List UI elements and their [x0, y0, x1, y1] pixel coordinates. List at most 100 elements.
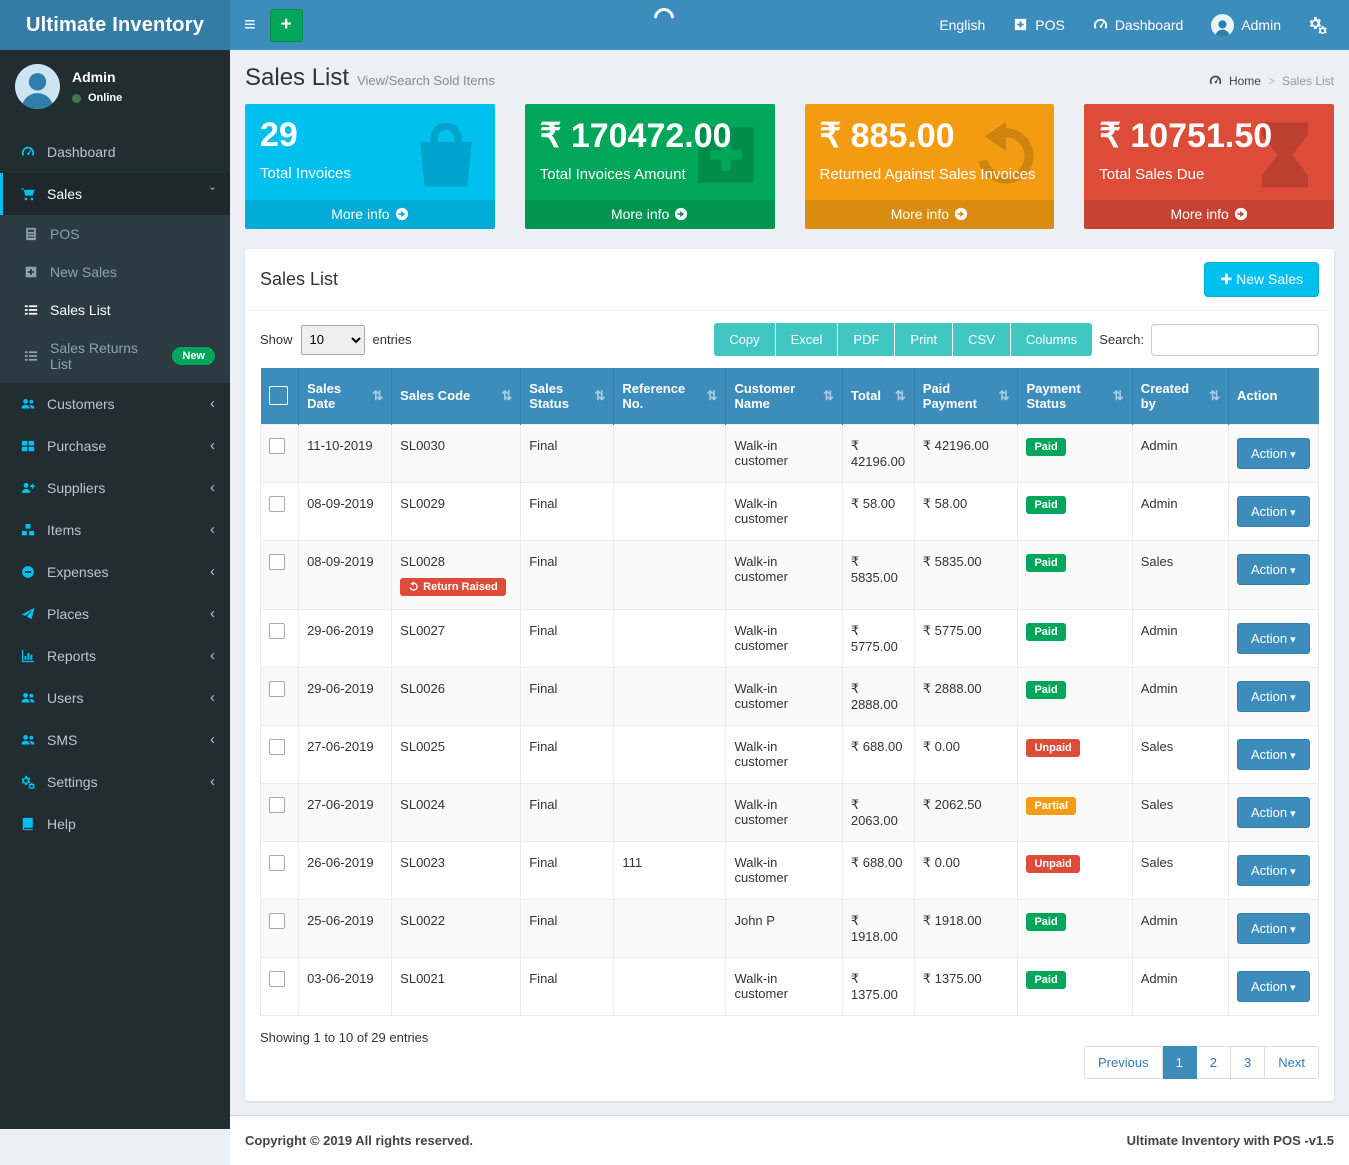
caret-down-icon: ▾	[1290, 692, 1296, 704]
chevron-left-icon: ‹	[210, 526, 215, 534]
sort-icon: ⇅	[999, 388, 1010, 404]
column-header-customer-name[interactable]: Customer Name⇅	[726, 368, 842, 424]
quick-add-button[interactable]: +	[270, 9, 303, 42]
created-by-cell: Admin	[1132, 899, 1228, 957]
sidebar-link-users[interactable]: Users‹	[0, 677, 230, 719]
column-header-reference-no[interactable]: Reference No.⇅	[614, 368, 726, 424]
action-button[interactable]: Action▾	[1237, 438, 1310, 469]
export-csv-button[interactable]: CSV	[953, 323, 1011, 356]
row-checkbox[interactable]	[269, 913, 285, 929]
sales-date-cell: 26-06-2019	[299, 841, 392, 899]
paid-payment-cell: ₹ 5775.00	[914, 609, 1018, 667]
sidebar-link-places[interactable]: Places‹	[0, 593, 230, 635]
action-button[interactable]: Action▾	[1237, 855, 1310, 886]
column-header-created-by[interactable]: Created by⇅	[1132, 368, 1228, 424]
user-menu[interactable]: Admin	[1211, 14, 1281, 37]
more-info-link[interactable]: More info	[245, 200, 495, 229]
action-button[interactable]: Action▾	[1237, 554, 1310, 585]
user-status: Online	[72, 92, 122, 104]
select-all-checkbox[interactable]	[269, 386, 288, 405]
action-button[interactable]: Action▾	[1237, 681, 1310, 712]
row-checkbox[interactable]	[269, 438, 285, 454]
action-button[interactable]: Action▾	[1237, 623, 1310, 654]
sidebar-link-help[interactable]: Help	[0, 803, 230, 845]
payment-status-badge: Paid	[1026, 438, 1065, 456]
sidebar-link-dashboard[interactable]: Dashboard	[0, 131, 230, 173]
avatar	[1211, 14, 1234, 37]
sidebar-link-settings[interactable]: Settings‹	[0, 761, 230, 803]
sales-status-cell: Final	[521, 783, 614, 841]
sort-icon: ⇅	[823, 388, 834, 404]
sidebar-link-sales-returns-list[interactable]: Sales Returns ListNew	[0, 329, 230, 383]
table-row: 25-06-2019SL0022FinalJohn P₹ 1918.00₹ 19…	[261, 899, 1319, 957]
more-info-link[interactable]: More info	[525, 200, 775, 229]
pagination-next[interactable]: Next	[1265, 1046, 1319, 1079]
created-by-cell: Admin	[1132, 957, 1228, 1015]
sidebar-link-items[interactable]: Items‹	[0, 509, 230, 551]
caret-down-icon: ▾	[1290, 750, 1296, 762]
export-print-button[interactable]: Print	[895, 323, 953, 356]
sidebar-link-customers[interactable]: Customers‹	[0, 383, 230, 425]
paid-payment-cell: ₹ 1375.00	[914, 957, 1018, 1015]
dashboard-link[interactable]: Dashboard	[1093, 17, 1184, 33]
customer-name-cell: John P	[726, 899, 842, 957]
arrow-circle-right-icon	[390, 206, 409, 222]
return-raised-badge: Return Raised	[400, 578, 506, 596]
sidebar-link-purchase[interactable]: Purchase‹	[0, 425, 230, 467]
export-copy-button[interactable]: Copy	[714, 323, 775, 356]
action-button[interactable]: Action▾	[1237, 797, 1310, 828]
row-checkbox[interactable]	[269, 971, 285, 987]
table-toolbar: Show 10 entries CopyExcelPDFPrintCSVColu…	[245, 311, 1334, 368]
column-header-paid-payment[interactable]: Paid Payment⇅	[914, 368, 1018, 424]
sidebar-link-sales[interactable]: Salesˇ	[0, 173, 230, 215]
sidebar-item-customers: Customers‹	[0, 383, 230, 425]
search-input[interactable]	[1151, 324, 1319, 356]
row-checkbox[interactable]	[269, 554, 285, 570]
pos-link[interactable]: POS	[1013, 17, 1065, 33]
table-row: 27-06-2019SL0025FinalWalk-in customer₹ 6…	[261, 725, 1319, 783]
sidebar-menu: DashboardSalesˇPOSNew SalesSales ListSal…	[0, 131, 230, 845]
column-header-total[interactable]: Total⇅	[842, 368, 914, 424]
row-checkbox[interactable]	[269, 739, 285, 755]
settings-menu[interactable]	[1309, 16, 1327, 35]
column-header-sales-status[interactable]: Sales Status⇅	[521, 368, 614, 424]
column-header-sales-date[interactable]: Sales Date⇅	[299, 368, 392, 424]
more-info-link[interactable]: More info	[1084, 200, 1334, 229]
row-checkbox[interactable]	[269, 681, 285, 697]
action-button[interactable]: Action▾	[1237, 913, 1310, 944]
export-columns-button[interactable]: Columns	[1011, 323, 1092, 356]
action-button[interactable]: Action▾	[1237, 739, 1310, 770]
column-header-action: Action	[1228, 368, 1318, 424]
sidebar-link-new-sales[interactable]: New Sales	[0, 253, 230, 291]
sidebar-link-pos[interactable]: POS	[0, 215, 230, 253]
row-checkbox[interactable]	[269, 797, 285, 813]
app-logo[interactable]: Ultimate Inventory	[0, 0, 230, 50]
breadcrumb-current: Sales List	[1282, 74, 1334, 88]
sidebar-link-sms[interactable]: SMS‹	[0, 719, 230, 761]
action-button[interactable]: Action▾	[1237, 971, 1310, 1002]
sidebar-link-expenses[interactable]: Expenses‹	[0, 551, 230, 593]
minus-circle-icon	[18, 564, 37, 580]
sidebar-link-reports[interactable]: Reports‹	[0, 635, 230, 677]
export-excel-button[interactable]: Excel	[776, 323, 839, 356]
row-checkbox[interactable]	[269, 496, 285, 512]
sidebar-toggle-icon[interactable]: ≡	[230, 0, 270, 50]
column-header-sales-code[interactable]: Sales Code⇅	[392, 368, 521, 424]
more-info-link[interactable]: More info	[805, 200, 1055, 229]
pagination-page-1[interactable]: 1	[1163, 1046, 1197, 1079]
action-button[interactable]: Action▾	[1237, 496, 1310, 527]
language-menu[interactable]: English	[939, 17, 985, 33]
sidebar-link-sales-list[interactable]: Sales List	[0, 291, 230, 329]
export-pdf-button[interactable]: PDF	[838, 323, 895, 356]
pagination-previous[interactable]: Previous	[1084, 1046, 1163, 1079]
sales-status-cell: Final	[521, 667, 614, 725]
pagination-page-2[interactable]: 2	[1197, 1046, 1231, 1079]
pagination-page-3[interactable]: 3	[1231, 1046, 1265, 1079]
breadcrumb-home[interactable]: Home	[1229, 74, 1261, 88]
sidebar-link-suppliers[interactable]: Suppliers‹	[0, 467, 230, 509]
row-checkbox[interactable]	[269, 623, 285, 639]
column-header-payment-status[interactable]: Payment Status⇅	[1018, 368, 1132, 424]
row-checkbox[interactable]	[269, 855, 285, 871]
page-length-select[interactable]: 10	[301, 325, 365, 355]
new-sales-button[interactable]: ✚ New Sales	[1204, 262, 1319, 297]
